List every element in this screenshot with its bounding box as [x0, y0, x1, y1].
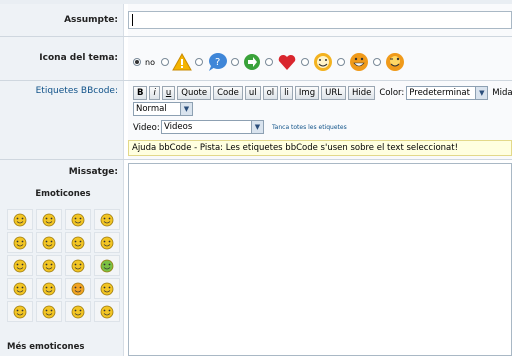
tongue-smiley-icon [71, 236, 85, 249]
chevron-down-icon: ▼ [251, 121, 263, 133]
topic-icon-label: Icona del tema: [0, 37, 124, 80]
warning-icon-radio[interactable] [160, 58, 169, 66]
size-select-value: Normal [136, 104, 167, 114]
ol-button[interactable]: ol [262, 86, 279, 100]
size-label: Mida [492, 88, 512, 98]
color-select-value: Predeterminat [409, 88, 470, 98]
wink-smiley-icon [42, 282, 56, 295]
surprised-smiley-icon [13, 259, 27, 272]
chevron-down-icon: ▼ [475, 87, 488, 99]
close-tags-link[interactable]: Tanca totes les etiquetes [272, 124, 347, 131]
emoticon-cell[interactable] [94, 301, 120, 322]
underline-button[interactable]: u [161, 86, 176, 100]
emoticon-cell[interactable] [65, 255, 91, 276]
subject-label: Assumpte: [0, 4, 124, 36]
grin-smiley-icon [100, 213, 114, 226]
emoticon-cell[interactable] [94, 278, 120, 299]
smile-icon-radio[interactable] [300, 58, 309, 66]
color-label: Color: [379, 88, 405, 98]
code-button[interactable]: Code [213, 86, 243, 100]
topic-icon-options: no ? [133, 48, 406, 76]
emoticon-cell[interactable] [65, 278, 91, 299]
emoticon-cell[interactable] [7, 232, 33, 253]
smile-icon [313, 53, 332, 71]
emoticon-cell[interactable] [7, 301, 33, 322]
mad-smiley-icon [13, 282, 27, 295]
emoticon-cell[interactable] [65, 232, 91, 253]
emoticon-cell[interactable] [94, 209, 120, 230]
no-icon-label: no [145, 57, 155, 67]
evil-smiley-icon [71, 305, 85, 318]
arrow-circle-icon [243, 54, 260, 70]
url-button[interactable]: URL [321, 86, 346, 100]
message-textarea[interactable] [128, 163, 512, 356]
emoticon-cell[interactable] [36, 278, 62, 299]
neutral-smiley-icon [42, 236, 56, 249]
wink-icon [385, 53, 404, 71]
grin-icon-radio[interactable] [336, 58, 345, 66]
smile-smiley-icon [71, 213, 85, 226]
emoticon-cell[interactable] [65, 301, 91, 322]
chevron-down-icon: ▼ [180, 103, 192, 115]
video-label: Video: [133, 123, 160, 133]
bored-smiley-icon [42, 305, 56, 318]
text-cursor [132, 14, 133, 26]
sad-smiley-icon [100, 282, 114, 295]
shocked-smiley-icon [42, 259, 56, 272]
video-select[interactable]: Videos ▼ [161, 120, 264, 134]
hide-button[interactable]: Hide [347, 86, 376, 100]
grin-icon [349, 53, 368, 71]
video-select-value: Videos [164, 122, 193, 132]
wink-icon-radio[interactable] [372, 58, 381, 66]
color-select[interactable]: Predeterminat ▼ [406, 86, 489, 100]
question-icon-radio[interactable] [194, 58, 203, 66]
size-select[interactable]: Normal ▼ [133, 102, 193, 116]
happy-smiley-icon [13, 236, 27, 249]
blush-smiley-icon [71, 282, 85, 295]
cool-smiley-icon [13, 213, 27, 226]
subject-input[interactable] [128, 11, 512, 29]
no-icon-radio[interactable] [133, 58, 141, 66]
ul-button[interactable]: ul [244, 86, 261, 100]
img-button[interactable]: Img [294, 86, 320, 100]
sick-smiley-icon [100, 259, 114, 272]
arrow-icon-radio[interactable] [230, 58, 239, 66]
quote-button[interactable]: Quote [177, 86, 212, 100]
emoticon-cell[interactable] [94, 232, 120, 253]
emoticon-cell[interactable] [7, 209, 33, 230]
crazy-smiley-icon [100, 305, 114, 318]
confused-smiley-icon [42, 213, 56, 226]
emoticons-title: Emoticones [35, 189, 91, 199]
svg-text:?: ? [215, 57, 220, 68]
warning-icon [172, 52, 192, 71]
bold-button[interactable]: B [133, 86, 148, 100]
emoticon-cell[interactable] [36, 209, 62, 230]
question-icon: ? [208, 53, 227, 71]
more-emoticons-link[interactable]: Més emoticones [7, 342, 84, 352]
laugh-smiley-icon [13, 305, 27, 318]
bbcode-label: Etiquetes BBcode: [0, 81, 124, 159]
li-button[interactable]: li [280, 86, 293, 100]
emoticon-cell[interactable] [7, 255, 33, 276]
emoticon-cell[interactable] [94, 255, 120, 276]
eyes-smiley-icon [71, 259, 85, 272]
emoticon-cell[interactable] [7, 278, 33, 299]
emoticon-cell[interactable] [36, 255, 62, 276]
bbcode-toolbar: B i u Quote Code ul ol li Img URL Hide C… [133, 86, 512, 100]
emoticons-grid [7, 209, 120, 322]
squint-smiley-icon [100, 236, 114, 249]
emoticon-cell[interactable] [65, 209, 91, 230]
heart-icon [278, 54, 296, 70]
italic-button[interactable]: i [149, 86, 160, 100]
bbcode-help-line: Ajuda bbCode - Pista: Les etiquetes bbCo… [128, 140, 512, 156]
emoticon-cell[interactable] [36, 301, 62, 322]
emoticon-cell[interactable] [36, 232, 62, 253]
heart-icon-radio[interactable] [264, 58, 273, 66]
